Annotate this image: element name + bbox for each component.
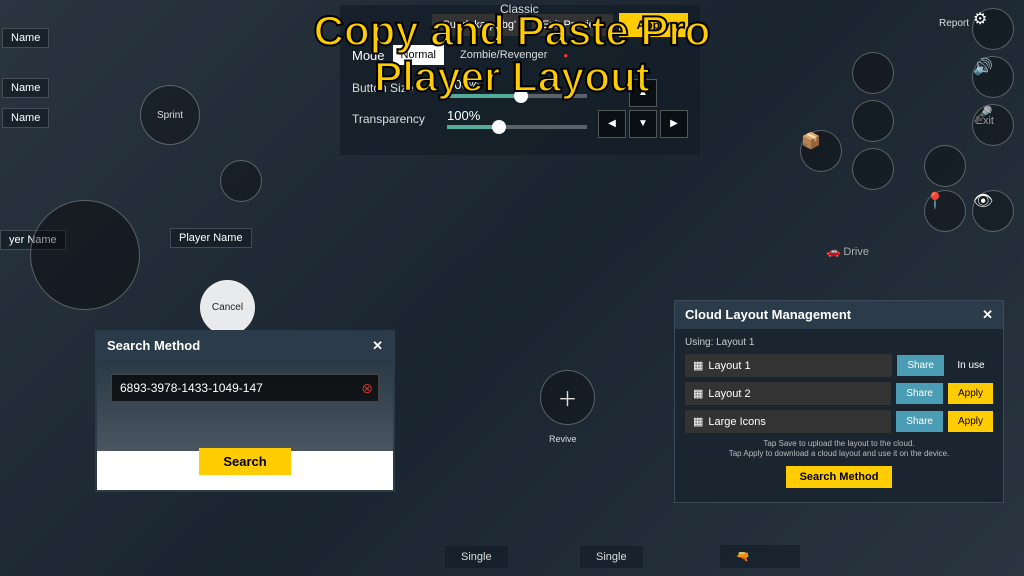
arrow-down[interactable]: ▼ (629, 110, 657, 138)
transparency-slider[interactable] (447, 125, 587, 129)
pistol-slot[interactable]: 🔫 (720, 545, 800, 568)
location-icon[interactable]: 📍 (924, 190, 966, 232)
search-method-popup: Search Method ✕ ⊗ Search (95, 330, 395, 492)
player-name-tag: Player Name (170, 228, 252, 248)
share-button-1[interactable]: Share (897, 355, 944, 376)
search-method-button[interactable]: Search Method (786, 466, 893, 488)
menu-icon[interactable]: ⚙ (972, 8, 1014, 50)
cancel-label: Cancel (212, 302, 243, 313)
apply-button-2[interactable]: Apply (948, 383, 993, 404)
apply-button-3[interactable]: Apply (948, 411, 993, 432)
extinguisher-icon[interactable] (852, 52, 894, 94)
layout-row-2: ▦ Layout 2 Share Apply (685, 382, 993, 405)
title-overlay: Copy and Paste Pro Player Layout (256, 8, 768, 100)
clear-icon[interactable]: ⊗ (361, 380, 373, 397)
revive-button[interactable]: ＋ Revive (540, 370, 595, 425)
name-tag-2: Name (2, 78, 49, 98)
box-icon[interactable]: 📦 (800, 130, 842, 172)
cancel-button[interactable]: Cancel (200, 280, 255, 335)
cloud-note: Tap Save to upload the layout to the clo… (685, 439, 993, 460)
arrow-right[interactable]: ▶ (660, 110, 688, 138)
drive-label[interactable]: 🚗 Drive (827, 245, 869, 258)
name-tag-1: Name (2, 28, 49, 48)
revive-label: Revive (549, 434, 577, 444)
share-button-3[interactable]: Share (896, 411, 943, 432)
transparency-label: Transparency (352, 112, 437, 126)
layout-code-input[interactable] (111, 374, 379, 402)
using-label: Using: Layout 1 (685, 337, 993, 348)
cloud-layout-popup: Cloud Layout Management ✕ Using: Layout … (674, 300, 1004, 503)
report-label[interactable]: Report (939, 18, 969, 29)
bg-button-1[interactable] (220, 160, 262, 202)
layout-row-3: ▦ Large Icons Share Apply (685, 410, 993, 433)
fist-icon[interactable] (852, 148, 894, 190)
sprint-label: Sprint (157, 110, 183, 121)
share-button-2[interactable]: Share (896, 383, 943, 404)
layout-row-1: ▦ Layout 1 Share In use (685, 354, 993, 377)
close-icon[interactable]: ✕ (372, 338, 383, 354)
run-icon[interactable] (924, 145, 966, 187)
single-tab-2[interactable]: Single (580, 546, 643, 568)
arrow-left[interactable]: ◀ (598, 110, 626, 138)
mic-icon[interactable]: 🎤 (972, 104, 1014, 146)
weapon-slot[interactable] (30, 200, 140, 310)
layout-name-3[interactable]: ▦ Large Icons (685, 410, 891, 433)
sprint-button[interactable]: Sprint (140, 85, 200, 145)
plus-icon: ＋ (558, 383, 578, 412)
cloud-popup-title: Cloud Layout Management (685, 307, 851, 323)
close-icon[interactable]: ✕ (982, 307, 993, 323)
transparency-value: 100% (447, 108, 587, 123)
eye-icon[interactable]: 👁 (972, 190, 1014, 232)
sound-icon[interactable]: 🔊 (972, 56, 1014, 98)
gun-icon[interactable] (852, 100, 894, 142)
name-tag-3: Name (2, 108, 49, 128)
search-button[interactable]: Search (199, 448, 290, 475)
layout-name-2[interactable]: ▦ Layout 2 (685, 382, 891, 405)
search-popup-title: Search Method (107, 338, 200, 354)
inuse-label: In use (949, 355, 993, 376)
layout-name-1[interactable]: ▦ Layout 1 (685, 354, 892, 377)
single-tab-1[interactable]: Single (445, 546, 508, 568)
